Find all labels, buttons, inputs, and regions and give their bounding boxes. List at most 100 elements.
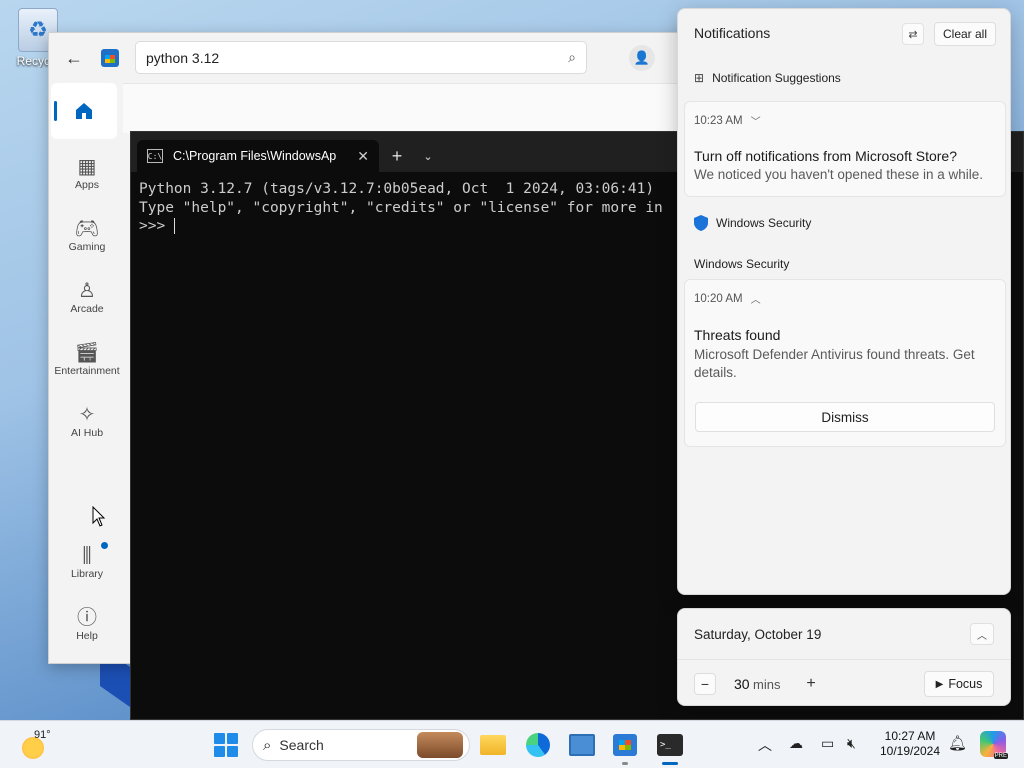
store-search-box[interactable]: python 3.12 ⌕ — [135, 41, 587, 74]
back-arrow-icon[interactable]: ← — [59, 48, 89, 69]
notification-suggestions-header[interactable]: ⊞ Notification Suggestions — [694, 71, 841, 85]
start-button[interactable] — [211, 730, 241, 760]
notification-time[interactable]: 10:20 AM ︿ — [694, 291, 761, 307]
nav-item-ai-hub[interactable]: ✧ AI Hub — [49, 403, 125, 439]
calendar-date: Saturday, October 19 — [694, 627, 822, 642]
windows-logo-icon — [214, 733, 238, 757]
store-nav-sidebar: ▦ Apps 🎮︎ Gaming ♙ Arcade 🎬︎ Entertainme… — [49, 83, 125, 663]
close-tab-icon[interactable]: ✕ — [357, 148, 369, 165]
search-icon[interactable]: ⌕ — [568, 49, 576, 66]
store-notification-card[interactable]: 10:23 AM ﹀ Turn off notifications from M… — [684, 101, 1006, 197]
nav-item-gaming[interactable]: 🎮︎ Gaming — [49, 217, 125, 253]
edge-button[interactable] — [523, 730, 553, 760]
chevron-down-icon[interactable]: ﹀ — [751, 113, 761, 128]
sparkle-icon: ✧ — [78, 404, 96, 426]
clapperboard-icon: 🎬︎ — [74, 342, 100, 364]
speaker-muted-icon[interactable]: 🔇︎ — [847, 735, 856, 752]
windows-security-app-label: Windows Security — [716, 216, 812, 230]
focus-duration-value: 30 — [734, 676, 750, 692]
bell-icon[interactable]: 🔔︎ — [948, 734, 967, 752]
notification-title: Threats found — [694, 327, 781, 343]
search-highlight-image — [417, 732, 463, 758]
terminal-icon: >_ — [657, 734, 683, 756]
nav-item-apps[interactable]: ▦ Apps — [49, 155, 125, 191]
store-content-area — [123, 83, 687, 133]
mouse-pointer-icon — [92, 506, 106, 527]
taskbar-search-label: Search — [279, 737, 324, 753]
nav-item-label: Gaming — [68, 241, 106, 253]
divider — [678, 659, 1010, 660]
profile-icon[interactable]: 👤 — [629, 45, 655, 71]
remote-desktop-button[interactable] — [567, 730, 597, 760]
nav-item-arcade[interactable]: ♙ Arcade — [49, 279, 125, 315]
chevron-down-icon[interactable]: ⌄ — [415, 140, 441, 172]
edge-browser-icon — [526, 733, 550, 757]
nav-item-label: Entertainment — [54, 365, 120, 377]
notification-text: We noticed you haven't opened these in a… — [694, 167, 984, 182]
home-icon — [74, 101, 94, 121]
library-icon: ⫼ — [82, 545, 92, 567]
notification-settings-icon[interactable]: ⇄ — [902, 23, 924, 45]
dismiss-button[interactable]: Dismiss — [695, 402, 995, 432]
folder-icon — [480, 735, 506, 755]
file-explorer-button[interactable] — [478, 730, 508, 760]
chevron-up-icon[interactable]: ︿ — [751, 291, 761, 306]
play-icon: ▶ — [935, 678, 944, 690]
shield-icon — [694, 215, 708, 231]
notifications-title: Notifications — [694, 25, 771, 41]
notification-time[interactable]: 10:23 AM ﹀ — [694, 113, 761, 129]
windows-security-group-label: Windows Security — [694, 257, 790, 271]
store-logo-icon — [101, 49, 119, 67]
running-indicator — [622, 762, 628, 765]
joystick-icon: ♙ — [78, 280, 96, 302]
taskbar-search-box[interactable]: ⌕ Search — [252, 729, 470, 761]
focus-decrease-button[interactable]: − — [694, 673, 716, 695]
microsoft-store-taskbar-button[interactable] — [610, 730, 640, 765]
security-notification-card[interactable]: 10:20 AM ︿ Threats found Microsoft Defen… — [684, 279, 1006, 447]
nav-item-library[interactable]: ⫼ Library — [49, 542, 125, 580]
chevron-up-icon[interactable]: ︿ — [970, 623, 994, 645]
suggestions-icon: ⊞ — [694, 71, 705, 85]
notification-suggestions-label: Notification Suggestions — [712, 71, 841, 85]
nav-item-label: Apps — [75, 179, 99, 191]
notification-title: Turn off notifications from Microsoft St… — [694, 148, 957, 164]
store-search-input[interactable]: python 3.12 — [146, 50, 568, 66]
notification-center: Notifications ⇄ Clear all ⊞ Notification… — [677, 8, 1011, 595]
terminal-tab-title: C:\Program Files\WindowsAp — [173, 149, 337, 163]
nav-item-label: Arcade — [70, 303, 104, 315]
nav-home[interactable] — [51, 83, 117, 139]
network-icon[interactable]: ▭ — [821, 735, 834, 752]
weather-temperature: 91° — [34, 729, 51, 741]
windows-security-header[interactable]: Windows Security — [694, 215, 811, 231]
update-badge — [101, 542, 108, 549]
text-cursor — [173, 218, 175, 234]
terminal-prompt: >>> — [139, 218, 174, 234]
terminal-tab[interactable]: C:\ C:\Program Files\WindowsAp ✕ — [137, 140, 379, 172]
nav-item-label: Help — [76, 630, 98, 642]
terminal-taskbar-button[interactable]: >_ — [655, 730, 685, 765]
nav-item-help[interactable]: ⓘ Help — [49, 606, 125, 642]
taskbar-clock[interactable]: 10:27 AM 10/19/2024 — [872, 729, 948, 759]
taskbar: 91° ⌕ Search >_ ︿ ☁ ▭ 🔇︎ 10:27 AM 10/19/… — [0, 720, 1024, 768]
gamepad-icon: 🎮︎ — [74, 218, 100, 240]
nav-active-indicator — [54, 101, 57, 121]
cloud-offline-icon[interactable]: ☁ — [789, 735, 803, 752]
clear-all-button[interactable]: Clear all — [934, 22, 996, 46]
notification-time-text: 10:23 AM — [694, 114, 743, 127]
help-icon: ⓘ — [77, 607, 97, 629]
store-bag-icon — [613, 734, 637, 756]
notification-time-text: 10:20 AM — [694, 292, 743, 305]
calendar-panel: Saturday, October 19 ︿ − 30 mins + ▶ Foc… — [677, 608, 1011, 706]
chevron-up-icon[interactable]: ︿ — [758, 735, 772, 755]
copilot-icon[interactable] — [980, 731, 1008, 759]
focus-increase-button[interactable]: + — [800, 673, 822, 695]
apps-icon: ▦ — [77, 156, 97, 178]
clock-time: 10:27 AM — [884, 729, 936, 743]
new-tab-icon[interactable]: + — [379, 140, 415, 172]
nav-item-label: AI Hub — [70, 427, 104, 439]
focus-duration-unit: mins — [753, 677, 781, 692]
focus-button[interactable]: ▶ Focus — [924, 671, 994, 697]
nav-item-entertainment[interactable]: 🎬︎ Entertainment — [49, 341, 125, 377]
clock-date: 10/19/2024 — [879, 744, 941, 758]
remote-desktop-icon — [569, 734, 595, 756]
